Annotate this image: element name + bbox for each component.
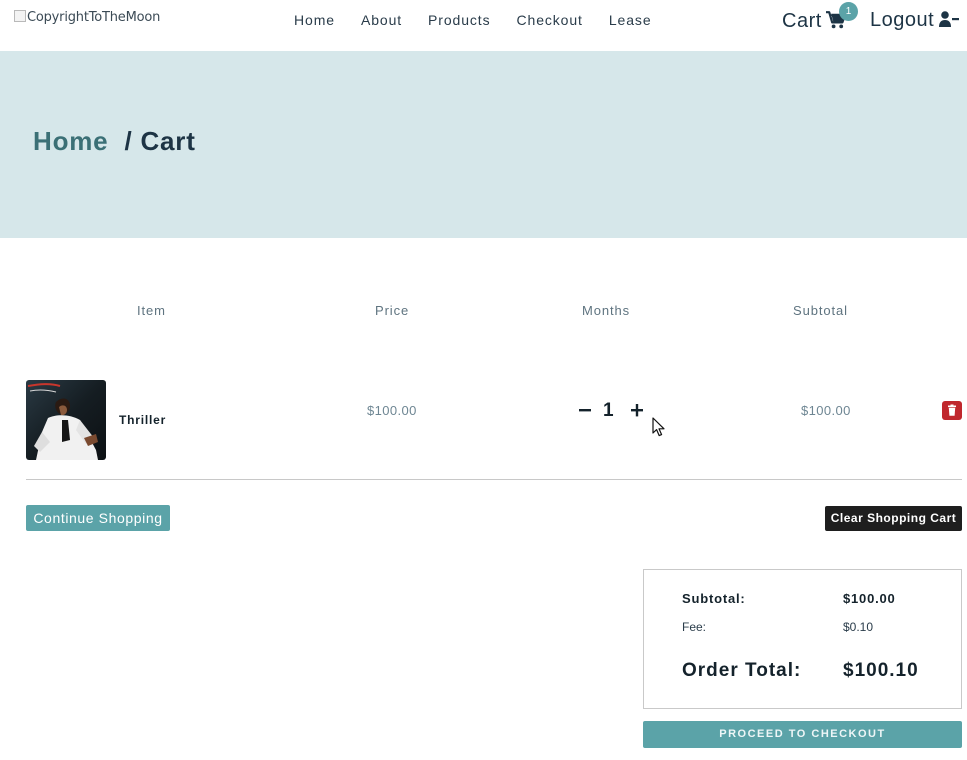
summary-fee-value: $0.10 <box>843 620 874 634</box>
logout-link[interactable]: Logout <box>870 8 960 32</box>
cart-link[interactable]: Cart 1 <box>782 2 858 34</box>
trash-icon <box>948 404 956 416</box>
summary-total-value: $100.10 <box>843 660 919 681</box>
cart-label: Cart <box>782 10 822 32</box>
summary-subtotal-value: $100.00 <box>843 591 896 606</box>
cart-count-badge: 1 <box>839 2 858 21</box>
user-minus-icon <box>939 11 960 32</box>
logo-alt-text: CopyrightToTheMoon <box>27 10 161 25</box>
remove-item-button[interactable] <box>942 401 962 420</box>
mouse-pointer-icon <box>652 417 666 442</box>
column-header-item: Item <box>137 303 166 318</box>
decrement-button[interactable] <box>576 398 594 422</box>
plus-icon <box>631 404 643 417</box>
product-name[interactable]: Thriller <box>119 413 166 427</box>
row-divider <box>26 479 962 480</box>
clear-cart-button[interactable]: Clear Shopping Cart <box>825 506 962 531</box>
nav-home[interactable]: Home <box>294 12 335 28</box>
nav-products[interactable]: Products <box>428 12 490 28</box>
increment-button[interactable] <box>628 398 646 422</box>
summary-total-label: Order Total: <box>682 660 802 681</box>
main-nav: Home About Products Checkout Lease <box>294 12 678 28</box>
row-subtotal: $100.00 <box>801 403 851 418</box>
breadcrumb-current: Cart <box>140 126 196 156</box>
column-header-months: Months <box>582 303 631 318</box>
broken-image-icon <box>14 10 26 22</box>
column-header-price: Price <box>375 303 410 318</box>
proceed-to-checkout-button[interactable]: PROCEED TO CHECKOUT <box>643 721 962 748</box>
column-header-subtotal: Subtotal <box>793 303 848 318</box>
site-logo[interactable]: CopyrightToTheMoon <box>14 10 160 25</box>
product-price: $100.00 <box>367 403 417 418</box>
order-summary: Subtotal: $100.00 Fee: $0.10 Order Total… <box>643 569 962 709</box>
breadcrumb: Home / Cart <box>33 126 196 157</box>
breadcrumb-home-link[interactable]: Home <box>33 126 108 156</box>
quantity-value: 1 <box>603 400 614 421</box>
logout-label: Logout <box>870 8 935 31</box>
breadcrumb-separator: / <box>124 126 133 156</box>
site-header: CopyrightToTheMoon Home About Products C… <box>0 0 967 51</box>
product-thumbnail <box>26 380 106 460</box>
minus-icon <box>579 409 591 412</box>
nav-lease[interactable]: Lease <box>609 12 652 28</box>
page-hero: Home / Cart <box>0 51 967 238</box>
nav-about[interactable]: About <box>361 12 402 28</box>
nav-checkout[interactable]: Checkout <box>517 12 583 28</box>
summary-fee-label: Fee: <box>682 620 707 634</box>
continue-shopping-button[interactable]: Continue Shopping <box>26 505 170 531</box>
summary-subtotal-label: Subtotal: <box>682 591 746 606</box>
